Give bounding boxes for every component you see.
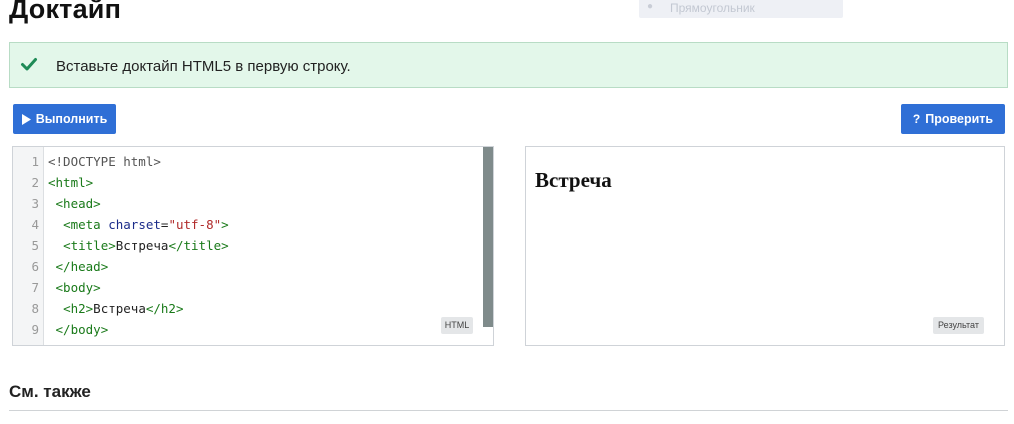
line-number: 9 [31, 322, 39, 337]
task-banner: Вставьте доктайп HTML5 в первую строку. [9, 42, 1008, 88]
line-number: 1 [31, 154, 39, 169]
see-also-heading: См. также [9, 382, 91, 401]
line-number: 8 [31, 301, 39, 316]
run-button[interactable]: Выполнить [13, 104, 116, 134]
code-line[interactable]: <html> [48, 172, 93, 193]
result-preview: Встреча Результат [525, 146, 1005, 346]
line-number: 2 [31, 175, 39, 190]
code-line[interactable]: <body> [48, 277, 101, 298]
code-line[interactable]: <meta charset="utf-8"> [48, 214, 229, 235]
task-text: Вставьте доктайп HTML5 в первую строку. [56, 58, 351, 75]
check-button-label: Проверить [925, 112, 994, 126]
code-line[interactable]: <!DOCTYPE html> [48, 151, 161, 172]
line-number: 4 [31, 217, 39, 232]
question-icon: ? [912, 112, 921, 126]
preview-heading: Встреча [535, 168, 612, 192]
bullet-icon: ● [647, 1, 654, 12]
line-number: 6 [31, 259, 39, 274]
run-button-label: Выполнить [35, 112, 108, 126]
line-number: 7 [31, 280, 39, 295]
result-badge: Результат [933, 317, 984, 334]
line-number: 3 [31, 196, 39, 211]
code-line[interactable]: </head> [48, 256, 109, 277]
line-number-gutter: 1 2 3 4 5 6 7 8 9 [13, 147, 44, 345]
code-line[interactable]: </body> [48, 319, 109, 340]
ghost-menu-item[interactable]: ● Прямоугольник [639, 0, 843, 18]
code-line[interactable]: <head> [48, 193, 101, 214]
play-icon [21, 113, 31, 125]
check-icon [21, 58, 37, 71]
section-divider [9, 410, 1008, 411]
page-title: Доктайп [9, 0, 122, 24]
line-number: 5 [31, 238, 39, 253]
language-badge: HTML [441, 317, 473, 334]
ghost-menu-label: Прямоугольник [670, 1, 755, 15]
code-line[interactable]: <h2>Встреча</h2> [48, 298, 183, 319]
code-line[interactable]: <title>Встреча</title> [48, 235, 229, 256]
code-editor[interactable]: 1 2 3 4 5 6 7 8 9 <!DOCTYPE html> <html>… [12, 146, 494, 346]
editor-scrollbar[interactable] [483, 147, 493, 327]
check-button[interactable]: ? Проверить [901, 104, 1005, 134]
